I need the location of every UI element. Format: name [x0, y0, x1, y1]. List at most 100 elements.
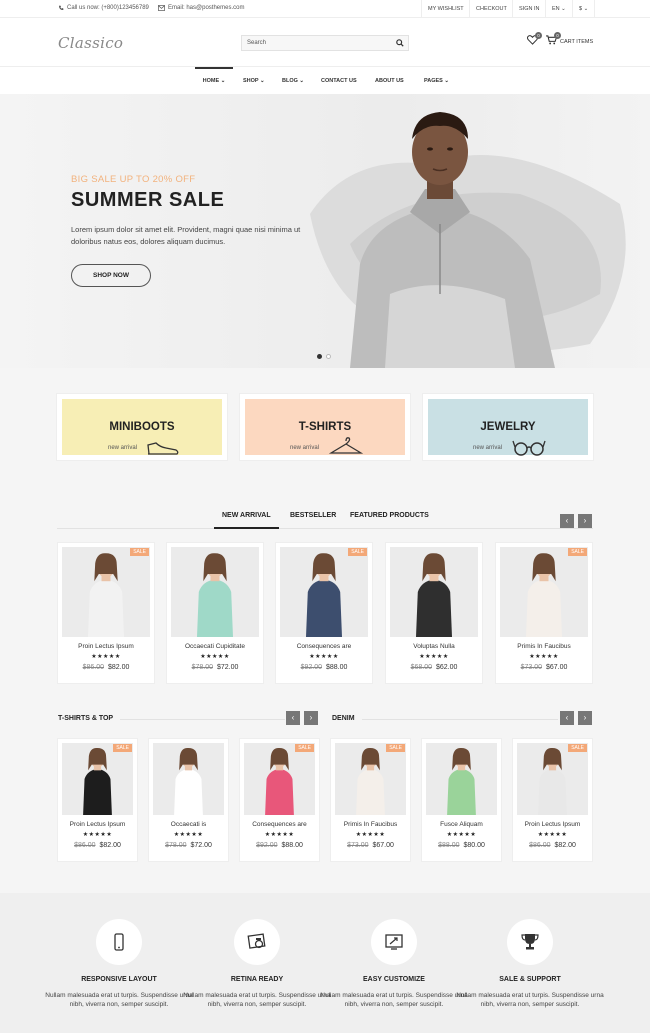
- product-name[interactable]: Proin Lectus Ipsum: [513, 821, 592, 828]
- nav-shop[interactable]: SHOP ⌄: [243, 67, 265, 95]
- product-rating: ★★★★★: [309, 654, 339, 660]
- features-section: RESPONSIVE LAYOUT Nullam malesuada erat …: [0, 893, 650, 1033]
- product-card[interactable]: SALE Consequences are ★★★★★ $92.00 $88.00: [276, 543, 372, 683]
- product-image[interactable]: [171, 547, 259, 637]
- search-placeholder: Search: [247, 40, 267, 46]
- product-card[interactable]: Occaecati is ★★★★★ $78.00 $72.00: [149, 739, 228, 861]
- prev-arrow-button[interactable]: ‹: [560, 514, 574, 528]
- product-card[interactable]: SALE Proin Lectus Ipsum ★★★★★ $86.00 $82.00: [58, 739, 137, 861]
- category-tshirts[interactable]: T-SHIRTS new arrival: [240, 394, 410, 460]
- old-price: $86.00: [82, 664, 104, 671]
- product-card[interactable]: SALE Proin Lectus Ipsum ★★★★★ $86.00 $82.00: [513, 739, 592, 861]
- product-name[interactable]: Occaecati is: [149, 821, 228, 828]
- old-price: $92.00: [256, 842, 278, 849]
- feature-title: RESPONSIVE LAYOUT: [81, 976, 157, 983]
- old-price: $78.00: [165, 842, 187, 849]
- sale-badge: SALE: [568, 548, 587, 556]
- search-icon[interactable]: [396, 39, 404, 47]
- language-select[interactable]: EN ⌄: [545, 0, 572, 18]
- product-name[interactable]: Proin Lectus Ipsum: [58, 643, 154, 650]
- hero-description: Lorem ipsum dolor sit amet elit. Provide…: [71, 225, 301, 246]
- product-name[interactable]: Voluptas Nulla: [386, 643, 482, 650]
- feature-title: EASY CUSTOMIZE: [363, 976, 425, 983]
- tshirts-next-button[interactable]: ›: [304, 711, 318, 725]
- product-rating: ★★★★★: [355, 832, 386, 838]
- nav-about[interactable]: ABOUT US: [375, 67, 404, 95]
- next-arrow-button[interactable]: ›: [578, 514, 592, 528]
- current-price: $88.00: [326, 664, 348, 671]
- search-input[interactable]: Search: [241, 35, 409, 51]
- product-price: $73.00 $67.00: [496, 664, 592, 671]
- sale-badge: SALE: [295, 744, 314, 752]
- product-card[interactable]: SALE Primis In Faucibus ★★★★★ $73.00 $67.00: [496, 543, 592, 683]
- product-card[interactable]: SALE Consequences are ★★★★★ $92.00 $88.00: [240, 739, 319, 861]
- product-image[interactable]: [62, 547, 150, 637]
- sale-badge: SALE: [113, 744, 132, 752]
- tab-featured[interactable]: FEATURED PRODUCTS: [350, 512, 429, 519]
- tab-bestseller[interactable]: BESTSELLER: [290, 512, 336, 519]
- wishlist-link[interactable]: MY WISHLIST: [421, 0, 470, 18]
- product-image[interactable]: [244, 743, 315, 815]
- product-name[interactable]: Occaecati Cupiditate: [167, 643, 263, 650]
- wishlist-button[interactable]: 0: [526, 32, 542, 47]
- product-image[interactable]: [426, 743, 497, 815]
- slider-dot[interactable]: [326, 354, 331, 359]
- shop-now-button[interactable]: SHOP NOW: [71, 264, 151, 287]
- cart-label: CART ITEMS: [560, 39, 594, 45]
- product-name[interactable]: Consequences are: [276, 643, 372, 650]
- tabs-divider: [57, 528, 593, 529]
- product-image[interactable]: [500, 547, 588, 637]
- product-price: $86.00 $82.00: [58, 664, 154, 671]
- email-text: Email: has@posthemes.com: [168, 5, 245, 11]
- cart-button[interactable]: 0 CART ITEMS: [546, 32, 593, 47]
- nav-home[interactable]: HOME ⌄: [195, 67, 233, 95]
- feature-title: SALE & SUPPORT: [499, 976, 561, 983]
- product-name[interactable]: Primis In Faucibus: [331, 821, 410, 828]
- product-card[interactable]: Voluptas Nulla ★★★★★ $68.00 $62.00: [386, 543, 482, 683]
- product-rating: ★★★★★: [446, 832, 477, 838]
- product-image[interactable]: [153, 743, 224, 815]
- product-name[interactable]: Fusce Aliquam: [422, 821, 501, 828]
- site-logo[interactable]: Classico: [58, 34, 123, 52]
- product-name[interactable]: Consequences are: [240, 821, 319, 828]
- product-image[interactable]: [280, 547, 368, 637]
- sale-badge: SALE: [130, 548, 149, 556]
- signin-link[interactable]: SIGN IN: [512, 0, 545, 18]
- feature-icon-circle: [234, 919, 280, 965]
- product-card[interactable]: Occaecati Cupiditate ★★★★★ $78.00 $72.00: [167, 543, 263, 683]
- nav-blog[interactable]: BLOG ⌄: [282, 67, 304, 95]
- sale-badge: SALE: [568, 744, 587, 752]
- product-card[interactable]: SALE Proin Lectus Ipsum ★★★★★ $86.00 $82.00: [58, 543, 154, 683]
- feature-desc: Nullam malesuada erat ut turpis. Suspend…: [320, 992, 468, 1008]
- product-card[interactable]: SALE Primis In Faucibus ★★★★★ $73.00 $67.00: [331, 739, 410, 861]
- customize-icon: [385, 934, 403, 950]
- tab-new-arrival[interactable]: NEW ARRIVAL: [214, 512, 279, 529]
- product-image[interactable]: [517, 743, 588, 815]
- product-name[interactable]: Primis In Faucibus: [496, 643, 592, 650]
- denim-prev-button[interactable]: ‹: [560, 711, 574, 725]
- category-jewelry-bg: JEWELRY new arrival: [428, 399, 588, 456]
- checkout-link[interactable]: CHECKOUT: [469, 0, 513, 18]
- category-miniboots[interactable]: MINIBOOTS new arrival: [57, 394, 227, 460]
- sale-badge: SALE: [386, 744, 405, 752]
- hero-subtitle: BIG SALE UP TO 20% OFF: [71, 174, 196, 185]
- old-price: $88.00: [438, 842, 460, 849]
- product-image[interactable]: [335, 743, 406, 815]
- old-price: $73.00: [347, 842, 369, 849]
- nav-pages[interactable]: PAGES ⌄: [424, 67, 449, 95]
- product-image[interactable]: [390, 547, 478, 637]
- old-price: $68.00: [410, 664, 432, 671]
- section-title-denim: DENIM: [332, 715, 355, 722]
- category-jewelry[interactable]: JEWELRY new arrival: [423, 394, 593, 460]
- product-name[interactable]: Proin Lectus Ipsum: [58, 821, 137, 828]
- current-price: $88.00: [281, 842, 303, 849]
- phone-text: Call us now: (+800)123456789: [67, 5, 149, 11]
- denim-next-button[interactable]: ›: [578, 711, 592, 725]
- product-image[interactable]: [62, 743, 133, 815]
- old-price: $73.00: [520, 664, 542, 671]
- slider-dot-active[interactable]: [317, 354, 322, 359]
- currency-select[interactable]: $ ⌄: [572, 0, 596, 18]
- product-card[interactable]: Fusce Aliquam ★★★★★ $88.00 $80.00: [422, 739, 501, 861]
- nav-contact[interactable]: CONTACT US: [321, 67, 357, 95]
- tshirts-prev-button[interactable]: ‹: [286, 711, 300, 725]
